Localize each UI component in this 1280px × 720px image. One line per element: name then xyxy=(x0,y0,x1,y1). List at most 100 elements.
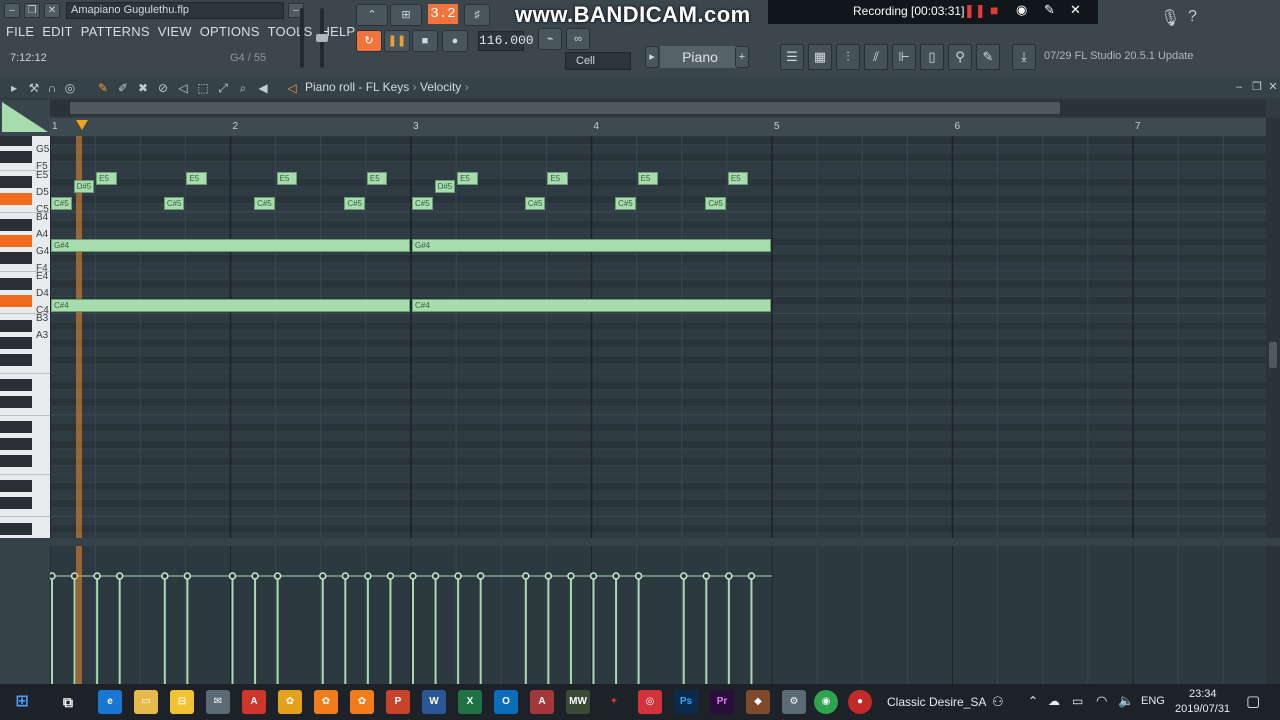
note[interactable]: C#5 xyxy=(615,197,636,211)
menu-edit[interactable]: EDIT xyxy=(42,24,72,42)
note[interactable]: C#5 xyxy=(51,197,72,211)
tempo-display[interactable]: 116.000 xyxy=(478,31,534,51)
note[interactable]: E5 xyxy=(366,171,388,185)
battery-icon[interactable]: ▭ xyxy=(1072,694,1083,708)
task-view-icon[interactable]: ⧉ xyxy=(56,690,80,714)
breadcrumb-velocity[interactable]: Velocity xyxy=(420,80,461,94)
pattern-song-toggle[interactable]: ⊞ xyxy=(390,4,422,26)
black-key[interactable] xyxy=(0,353,32,366)
select-tool-icon[interactable]: ⬚ xyxy=(195,80,211,96)
magnet-icon[interactable]: ∩ xyxy=(44,80,60,96)
note[interactable]: C#5 xyxy=(254,197,275,211)
wrench-tool-icon[interactable]: ⚒ xyxy=(26,80,42,96)
active-key[interactable] xyxy=(0,235,32,248)
black-key[interactable] xyxy=(0,379,32,392)
pr-close-icon[interactable]: ✕ xyxy=(1266,80,1280,94)
project-file-name[interactable]: Amapiano Gugulethu.flp xyxy=(66,2,284,19)
app-red-icon[interactable]: ✦ xyxy=(602,690,626,714)
vertical-scroll-thumb[interactable] xyxy=(1269,342,1277,368)
app-mw-icon[interactable]: MW xyxy=(566,690,590,714)
word-icon[interactable]: W xyxy=(422,690,446,714)
loop-record-icon[interactable]: ↻ xyxy=(356,30,382,52)
tray-expand-icon[interactable]: ⌃ xyxy=(1028,694,1038,708)
app-round-icon[interactable]: ⚙ xyxy=(782,690,806,714)
chrome-icon[interactable]: ◉ xyxy=(814,690,838,714)
language-indicator[interactable]: ENG xyxy=(1141,695,1165,707)
master-volume-knob[interactable] xyxy=(316,34,328,42)
link-icon[interactable]: ⌁ xyxy=(538,28,562,50)
premiere-icon[interactable]: Pr xyxy=(710,690,734,714)
breadcrumb-piano-roll[interactable]: Piano roll - FL Keys xyxy=(305,80,409,94)
draw-tool-icon[interactable]: ✎ xyxy=(95,80,111,96)
chain-icon[interactable]: ∞ xyxy=(566,28,590,50)
note[interactable]: G#4 xyxy=(412,239,771,253)
black-key[interactable] xyxy=(0,522,32,535)
playlist-icon[interactable]: ☰ xyxy=(780,44,804,70)
mail-icon[interactable]: ✉ xyxy=(206,690,230,714)
scope-icon[interactable]: ⌃ xyxy=(356,4,388,26)
channel-add-icon[interactable]: + xyxy=(735,46,749,68)
clock-time[interactable]: 23:34 xyxy=(1189,688,1217,700)
note[interactable]: E5 xyxy=(96,171,117,185)
menu-view[interactable]: VIEW xyxy=(158,24,192,42)
search-icon[interactable]: ⌕ xyxy=(235,80,251,96)
black-key[interactable] xyxy=(0,395,32,408)
bandicam-icon[interactable]: ● xyxy=(848,690,872,714)
note[interactable]: E5 xyxy=(457,171,478,185)
black-key[interactable] xyxy=(0,218,32,231)
channel-rack-icon[interactable]: ⫶ xyxy=(836,44,860,70)
options-arrow-icon[interactable]: ▸ xyxy=(6,80,22,96)
note[interactable]: G#4 xyxy=(51,239,410,253)
volume-icon[interactable]: 🔈 xyxy=(1118,693,1134,709)
access-icon[interactable]: A xyxy=(530,690,554,714)
note[interactable]: C#5 xyxy=(163,197,185,211)
vertical-scrollbar[interactable] xyxy=(1266,118,1280,538)
zoom-tool-icon[interactable]: ⤢ xyxy=(215,80,231,96)
note[interactable]: C#5 xyxy=(705,197,726,211)
note[interactable]: C#5 xyxy=(344,197,365,211)
black-key[interactable] xyxy=(0,176,32,189)
mixer-icon[interactable]: ⫽ xyxy=(864,44,888,70)
target-icon[interactable]: ◎ xyxy=(62,80,78,96)
help-icon[interactable]: ? xyxy=(1188,8,1197,26)
taskbar-user[interactable]: Classic Desire_SA xyxy=(887,695,986,709)
plugin-icon[interactable]: ⚲ xyxy=(948,44,972,70)
slice-tool-icon[interactable]: ◁ xyxy=(175,80,191,96)
delete-tool-icon[interactable]: ✖ xyxy=(135,80,151,96)
photoshop-icon[interactable]: Ps xyxy=(674,690,698,714)
pr-minimize-icon[interactable]: – xyxy=(1232,80,1246,94)
black-key[interactable] xyxy=(0,438,32,451)
black-key[interactable] xyxy=(0,421,32,434)
note[interactable]: E5 xyxy=(727,171,749,185)
black-key[interactable] xyxy=(0,455,32,468)
camera-icon[interactable]: ◉ xyxy=(1016,2,1027,18)
channel-name[interactable]: Piano xyxy=(660,46,740,68)
pencil-icon[interactable]: ✎ xyxy=(1044,2,1055,18)
note[interactable]: E5 xyxy=(186,171,207,185)
playback-tool-icon[interactable]: ◀ xyxy=(255,80,271,96)
menu-patterns[interactable]: PATTERNS xyxy=(81,24,150,42)
menu-file[interactable]: FILE xyxy=(6,24,34,42)
lane-splitter[interactable] xyxy=(0,538,1280,546)
file-icon[interactable]: ▯ xyxy=(920,44,944,70)
note[interactable]: C#5 xyxy=(524,197,546,211)
velocity-scrollbar[interactable] xyxy=(1266,546,1280,684)
active-key[interactable] xyxy=(0,193,32,206)
pause-button[interactable]: ❚❚ xyxy=(384,30,410,52)
note[interactable]: E5 xyxy=(637,171,659,185)
black-key[interactable] xyxy=(0,150,32,163)
minimize-icon[interactable]: – xyxy=(4,3,20,18)
app-photo-icon[interactable]: ◆ xyxy=(746,690,770,714)
pattern-number[interactable]: 3.2 xyxy=(428,4,458,24)
rec-stop-icon[interactable]: ■ xyxy=(990,2,998,18)
velocity-lane[interactable] xyxy=(50,546,1266,684)
explorer-icon[interactable]: ▭ xyxy=(134,690,158,714)
speaker-icon[interactable]: ◁ xyxy=(284,80,300,96)
time-ruler[interactable]: 1 2 3 4 5 6 7 xyxy=(50,118,1266,136)
menu-options[interactable]: OPTIONS xyxy=(200,24,260,42)
note[interactable]: C#4 xyxy=(412,298,771,312)
note[interactable]: C#4 xyxy=(51,298,410,312)
fl-studio-icon-2[interactable]: ✿ xyxy=(350,690,374,714)
black-key[interactable] xyxy=(0,480,32,493)
windows-start-icon[interactable]: ⊞ xyxy=(10,690,34,714)
